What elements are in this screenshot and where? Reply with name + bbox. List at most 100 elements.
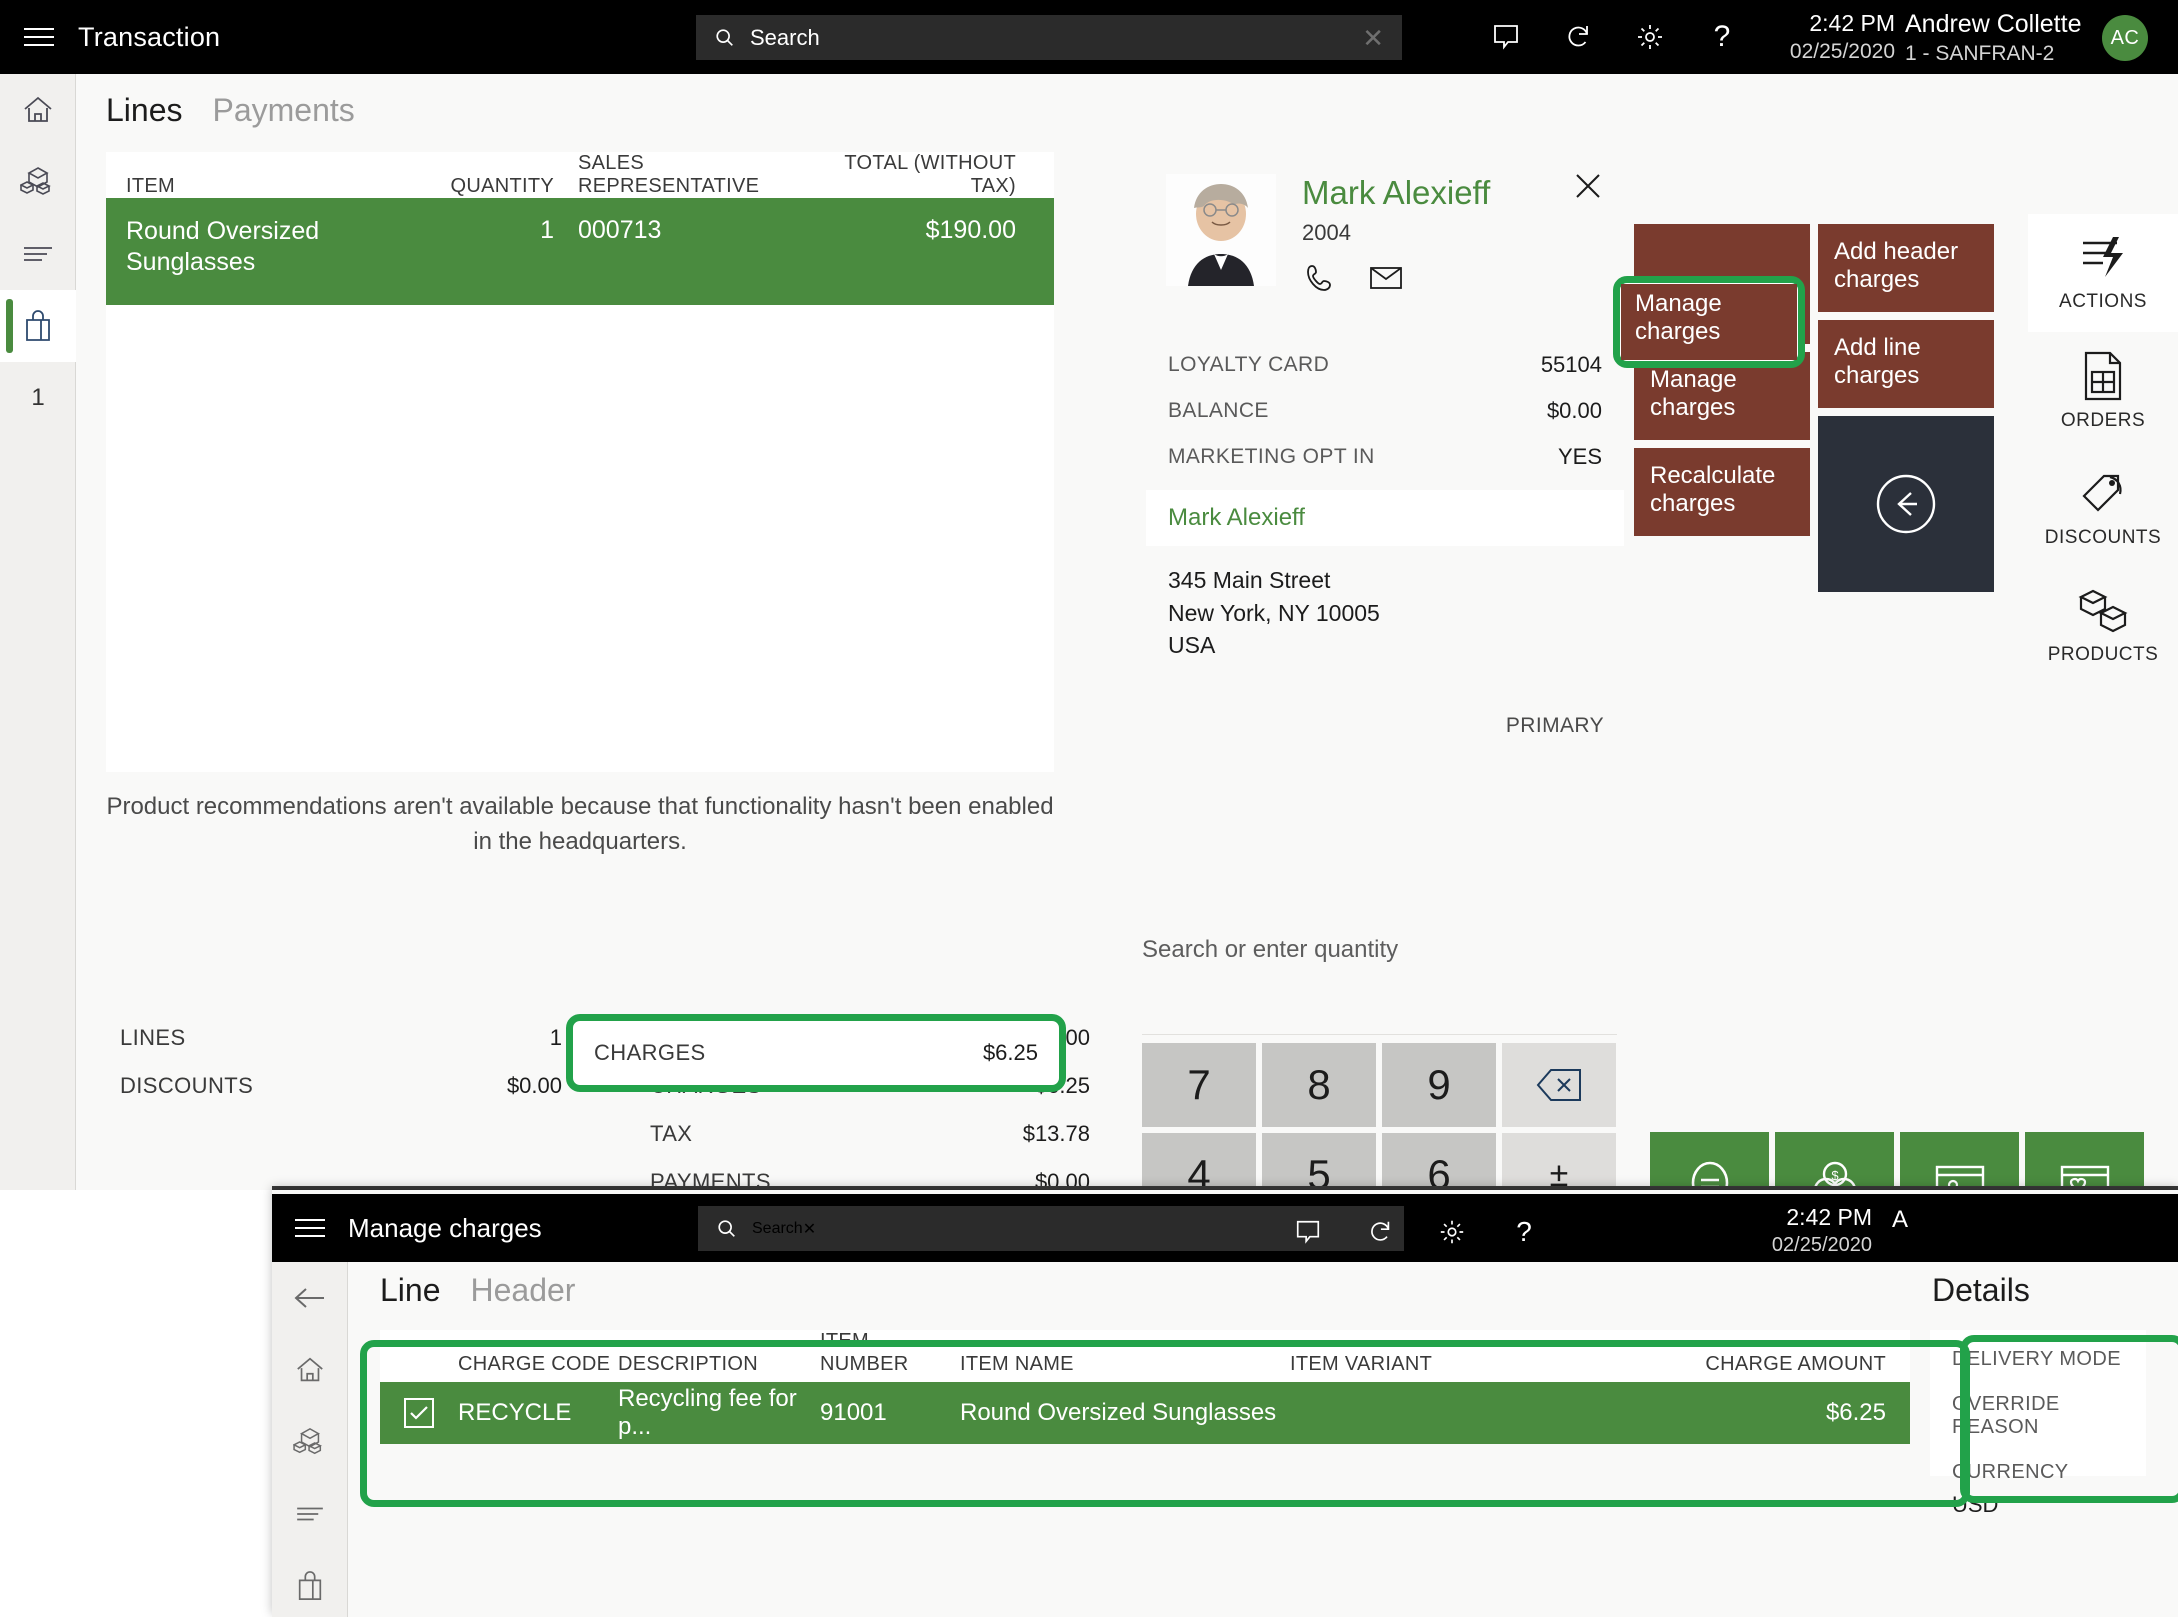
home-icon — [297, 1357, 323, 1382]
rail-item-products[interactable] — [0, 146, 76, 218]
add-line-charges-tile[interactable]: Add line charges — [1818, 320, 1994, 408]
row-charge-code: RECYCLE — [458, 1399, 572, 1426]
rail-item-cart[interactable] — [0, 290, 76, 362]
user-name: Andrew Collette — [1905, 10, 2082, 38]
table-row[interactable]: Round Oversized Sunglasses 1 000713 $190… — [106, 198, 1054, 305]
field-label: BALANCE — [1168, 399, 1269, 422]
back-tile[interactable] — [1818, 416, 1994, 592]
action-rail-label: ORDERS — [2060, 410, 2146, 431]
close-icon[interactable] — [1566, 164, 1610, 208]
dialog-rail-journal[interactable] — [272, 1478, 348, 1550]
discounts-icon — [2082, 474, 2122, 512]
key-9[interactable]: 9 — [1382, 1043, 1496, 1127]
tab-payments[interactable]: Payments — [213, 92, 355, 129]
totals-label: DISCOUNTS — [120, 1073, 254, 1098]
charges-col-charge-code: CHARGE CODE — [458, 1353, 611, 1375]
action-rail-actions[interactable]: ACTIONS — [2028, 214, 2178, 332]
manage-charges-dialog: Manage charges Search ✕ ? 2:42 PM 02/25/… — [272, 1190, 2178, 1617]
dialog-search-placeholder: Search — [752, 1219, 803, 1237]
details-value-currency: USD — [1952, 1492, 1999, 1517]
lines-col-sales-rep: SALES REPRESENTATIVE — [578, 152, 760, 197]
tab-lines[interactable]: Lines — [106, 92, 183, 129]
details-label-currency: CURRENCY — [1952, 1461, 2069, 1483]
manage-charges-tile[interactable]: Manage charges — [1621, 284, 1797, 360]
back-icon — [294, 1288, 324, 1308]
search-input[interactable]: Search ✕ — [696, 15, 1402, 60]
field-value: YES — [1557, 444, 1602, 469]
rail-item-home[interactable] — [0, 74, 76, 146]
add-header-charges-tile[interactable]: Add header charges — [1818, 224, 1994, 312]
hamburger-menu-icon[interactable] — [0, 28, 78, 46]
action-rail-orders[interactable]: ORDERS — [2028, 332, 2178, 450]
customer-card-header: Mark Alexieff 2004 — [1146, 152, 1624, 342]
line-item-name: Round Oversized Sunglasses — [126, 217, 320, 277]
message-icon[interactable] — [1470, 0, 1542, 74]
dialog-rail-back[interactable] — [272, 1262, 348, 1334]
back-arrow-icon — [1876, 474, 1936, 534]
email-icon[interactable] — [1364, 256, 1408, 300]
terminal-name: 1 - SANFRAN-2 — [1905, 42, 2055, 65]
lines-col-quantity: QUANTITY — [450, 175, 554, 197]
tab-line[interactable]: Line — [380, 1272, 441, 1309]
key-7[interactable]: 7 — [1142, 1043, 1256, 1127]
manage-charges-tile-underlay[interactable]: Manage charges — [1634, 352, 1810, 440]
rail-item-journal[interactable] — [0, 218, 76, 290]
customer-field-loyalty: LOYALTY CARD 55104 — [1146, 342, 1624, 388]
dialog-time: 2:42 PM — [1786, 1204, 1872, 1230]
lines-table-header: ITEM QUANTITY SALES REPRESENTATIVE TOTAL… — [106, 152, 1054, 198]
totals-left: LINES 1 DISCOUNTS $0.00 — [106, 1014, 576, 1110]
quantity-hint: Search or enter quantity — [1142, 936, 1399, 963]
backspace-icon[interactable] — [1502, 1043, 1616, 1127]
lines-col-total: TOTAL (WITHOUT TAX) — [844, 152, 1016, 197]
phone-icon[interactable] — [1298, 256, 1342, 300]
details-label-override-reason: OVERRIDE REASON — [1952, 1393, 2060, 1438]
rail-badge-count: 1 — [31, 384, 45, 411]
pos-transaction-window: Transaction Search ✕ ? 2:42 PM 02/25/202… — [0, 0, 2178, 1342]
products-icon — [20, 167, 51, 195]
cart-icon — [298, 1571, 322, 1600]
action-rail-label: DISCOUNTS — [2044, 527, 2162, 548]
customer-card: Mark Alexieff 2004 LOYALTY CARD 55104 BA… — [1146, 152, 1624, 752]
tab-header[interactable]: Header — [471, 1272, 576, 1309]
topbar-user[interactable]: Andrew Collette 1 - SANFRAN-2 — [1905, 10, 2081, 66]
sync-icon[interactable] — [1542, 0, 1614, 74]
charges-table-header: CHARGE CODE DESCRIPTION ITEM NUMBER ITEM… — [380, 1330, 1910, 1382]
customer-contact-actions — [1298, 256, 1408, 300]
recalculate-charges-tile[interactable]: Recalculate charges — [1634, 448, 1810, 536]
dialog-user-name: A — [1892, 1206, 1909, 1233]
dialog-search-clear-icon[interactable]: ✕ — [803, 1219, 816, 1239]
dialog-rail-home[interactable] — [272, 1334, 348, 1406]
search-clear-icon[interactable]: ✕ — [1362, 25, 1384, 51]
topbar-clock: 2:42 PM 02/25/2020 — [1775, 10, 1895, 64]
sync-icon[interactable] — [1344, 1198, 1416, 1266]
key-8[interactable]: 8 — [1262, 1043, 1376, 1127]
totals-value: 1 — [549, 1025, 562, 1050]
help-icon[interactable]: ? — [1488, 1198, 1560, 1266]
table-row[interactable]: RECYCLE Recycling fee for p... 91001 Rou… — [380, 1382, 1910, 1444]
customer-address-name[interactable]: Mark Alexieff — [1146, 490, 1624, 546]
row-item-number: 91001 — [820, 1399, 887, 1426]
dialog-rail-products[interactable] — [272, 1406, 348, 1478]
totals-value: $0.00 — [506, 1073, 562, 1098]
row-checkbox[interactable] — [380, 1398, 458, 1428]
details-panel: DELIVERY MODE OVERRIDE REASON CURRENCY U… — [1930, 1330, 2146, 1517]
action-rail-products[interactable]: PRODUCTS — [2028, 568, 2178, 686]
recommendations-message: Product recommendations aren't available… — [106, 793, 1054, 855]
help-icon[interactable]: ? — [1686, 0, 1758, 74]
message-icon[interactable] — [1272, 1198, 1344, 1266]
charges-table: CHARGE CODE DESCRIPTION ITEM NUMBER ITEM… — [380, 1330, 1910, 1444]
address-line-2: New York, NY 10005 — [1168, 599, 1380, 626]
dialog-topbar: Manage charges Search ✕ ? 2:42 PM 02/25/… — [272, 1194, 2178, 1262]
lines-col-item: ITEM — [126, 175, 175, 197]
avatar[interactable]: AC — [2102, 15, 2148, 61]
gear-icon[interactable] — [1614, 0, 1686, 74]
line-sales-rep: 000713 — [578, 216, 662, 244]
dialog-title: Manage charges — [348, 1212, 542, 1243]
hamburger-menu-icon[interactable] — [272, 1219, 348, 1237]
gear-icon[interactable] — [1416, 1198, 1488, 1266]
action-rail-discounts[interactable]: DISCOUNTS — [2028, 450, 2178, 568]
svg-text:$: $ — [1831, 1168, 1839, 1183]
checkbox-checked-icon — [404, 1398, 434, 1428]
charges-col-item-name: ITEM NAME — [960, 1353, 1074, 1375]
dialog-rail-cart[interactable] — [272, 1550, 348, 1617]
